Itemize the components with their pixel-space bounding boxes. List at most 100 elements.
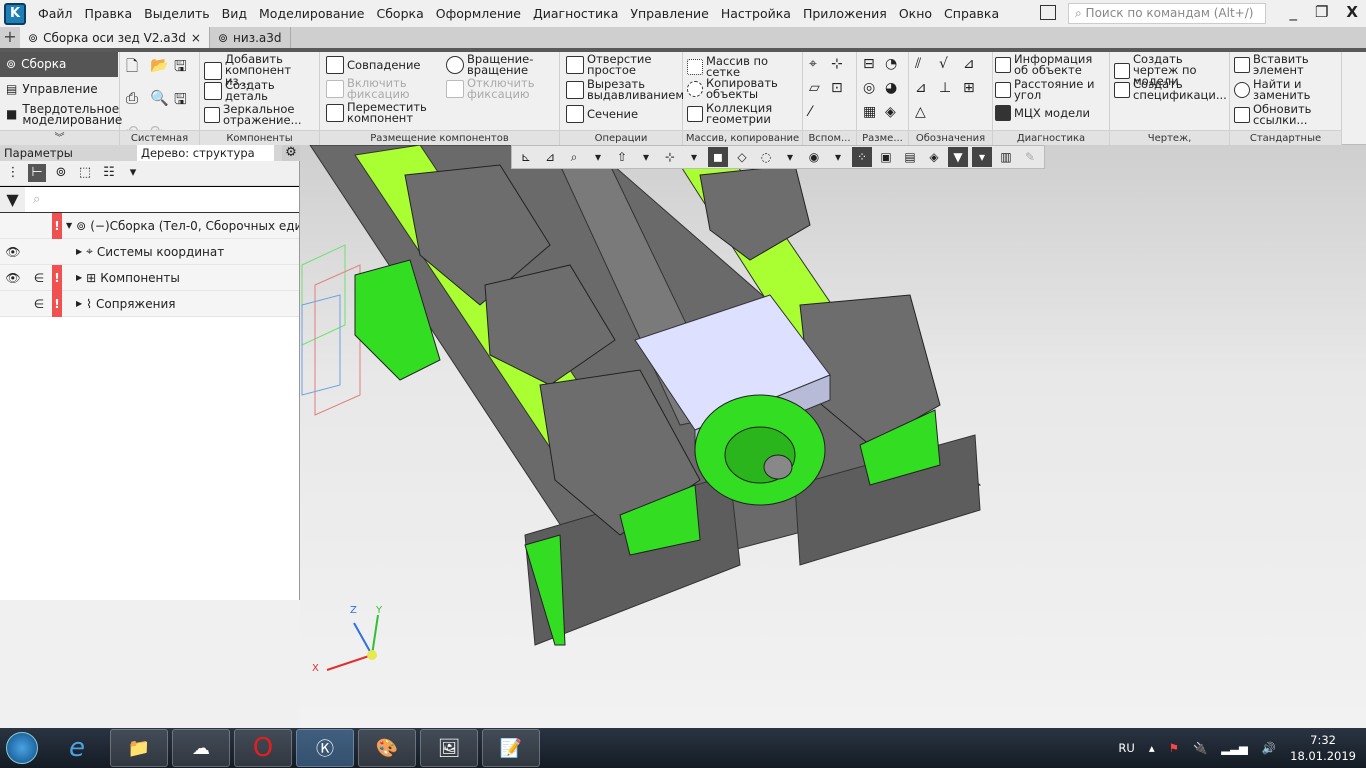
coincidence-button[interactable]: Совпадение bbox=[326, 56, 421, 74]
menu-settings[interactable]: Настройка bbox=[715, 6, 797, 21]
tab-assembly-doc[interactable]: ⊚ Сборка оси зед V2.a3d × bbox=[20, 27, 210, 48]
taskbar-paint[interactable]: 🎨 bbox=[358, 729, 416, 767]
distance-angle-button[interactable]: Расстояние и угол bbox=[995, 78, 1105, 101]
taskbar-explorer[interactable]: 📁 bbox=[110, 729, 168, 767]
save-icon[interactable]: 🖫 bbox=[174, 56, 198, 81]
mode-solid-modeling[interactable]: ■ Твердотельное моделирование bbox=[0, 102, 122, 127]
restore-button[interactable]: ❐ bbox=[1315, 3, 1328, 21]
eye-icon[interactable]: 👁 bbox=[0, 271, 26, 285]
volume-icon[interactable]: 🔊 bbox=[1262, 741, 1276, 755]
expand-modes-button[interactable]: ︾ bbox=[0, 130, 119, 145]
save-as-icon[interactable]: 🖫 bbox=[174, 89, 198, 114]
wireframe-icon[interactable]: ◇ bbox=[732, 147, 752, 167]
thread-icon[interactable]: ⫽ bbox=[915, 56, 939, 72]
taskbar-ie[interactable]: e bbox=[48, 729, 106, 767]
minimize-button[interactable]: _ bbox=[1289, 3, 1297, 21]
filter-icon[interactable]: ▼ bbox=[948, 147, 968, 167]
new-tab-button[interactable]: + bbox=[0, 27, 20, 48]
command-search-input[interactable]: ⌕ Поиск по командам (Alt+/) bbox=[1068, 3, 1266, 24]
tree-components-icon[interactable]: ⊚ bbox=[52, 164, 70, 182]
cut-extrude-button[interactable]: Вырезать выдавливанием bbox=[566, 78, 684, 101]
diameter-dim-icon[interactable]: ◕ bbox=[885, 80, 907, 96]
dropdown-icon[interactable]: ▾ bbox=[124, 164, 142, 182]
tab-close-icon[interactable]: × bbox=[191, 31, 201, 45]
linear-dim-icon[interactable]: ⊟ bbox=[863, 56, 885, 72]
taskbar-notes[interactable]: 📝 bbox=[482, 729, 540, 767]
menu-diagnostics[interactable]: Диагностика bbox=[527, 6, 624, 21]
menu-modeling[interactable]: Моделирование bbox=[253, 6, 370, 21]
leader-icon[interactable]: ⊿ bbox=[963, 56, 987, 72]
network-signal-icon[interactable]: ▂▃▅ bbox=[1221, 741, 1248, 755]
component-view-icon[interactable]: ▤ bbox=[900, 147, 920, 167]
orientation-icon[interactable]: ⊹ bbox=[660, 147, 680, 167]
menu-edit[interactable]: Правка bbox=[79, 6, 139, 21]
geometry-collection-button[interactable]: Коллекция геометрии bbox=[687, 102, 787, 125]
dropdown-icon[interactable]: ▾ bbox=[636, 147, 656, 167]
view-orient-icon[interactable]: ⊿ bbox=[540, 147, 560, 167]
tab-tree-structure[interactable]: Дерево: структура bbox=[137, 145, 274, 161]
lcs-icon[interactable]: ⊡ bbox=[831, 80, 853, 96]
axis-icon[interactable]: ⊹ bbox=[831, 56, 853, 72]
simple-hole-button[interactable]: Отверстие простое bbox=[566, 53, 676, 76]
menu-help[interactable]: Справка bbox=[938, 6, 1005, 21]
create-spec-button[interactable]: Создать спецификаци... bbox=[1114, 78, 1228, 101]
layout-icon[interactable] bbox=[1040, 5, 1056, 20]
snap-icon[interactable]: ⁘ bbox=[852, 147, 872, 167]
object-info-button[interactable]: Информация об объекте bbox=[995, 53, 1109, 76]
close-button[interactable]: X bbox=[1346, 3, 1358, 21]
pan-icon[interactable]: ⇧ bbox=[612, 147, 632, 167]
mode-manage[interactable]: ▤ Управление bbox=[0, 77, 118, 102]
menu-assembly[interactable]: Сборка bbox=[371, 6, 430, 21]
arc-dim-icon[interactable]: ◈ bbox=[885, 104, 907, 120]
expand-arrow-icon[interactable]: ▼ bbox=[66, 221, 72, 230]
radial-dim-icon[interactable]: ◔ bbox=[885, 56, 907, 72]
tree-select-icon[interactable]: ⬚ bbox=[76, 164, 94, 182]
action-center-flag-icon[interactable]: ⚑ bbox=[1169, 741, 1179, 755]
menu-design[interactable]: Оформление bbox=[430, 6, 527, 21]
base-icon[interactable]: ⊥ bbox=[939, 80, 963, 96]
taskbar-kompas[interactable]: Ⓚ bbox=[296, 729, 354, 767]
properties-icon[interactable]: ▥ bbox=[996, 147, 1016, 167]
dropdown-icon[interactable]: ▾ bbox=[780, 147, 800, 167]
print-icon[interactable]: ⎙ bbox=[126, 89, 150, 114]
language-indicator[interactable]: RU bbox=[1118, 741, 1134, 755]
tree-search-input[interactable]: ⌕ bbox=[25, 192, 40, 207]
tree-row-mates[interactable]: ∈! ▶ ⌇ Сопряжения bbox=[0, 290, 299, 317]
update-links-button[interactable]: Обновить ссылки... bbox=[1234, 103, 1334, 126]
angular-dim-icon[interactable]: ◎ bbox=[863, 80, 885, 96]
copy-objects-button[interactable]: Копировать объекты bbox=[687, 77, 787, 100]
tab-niz-doc[interactable]: ⊚ низ.a3d bbox=[210, 27, 291, 48]
eye-icon[interactable]: 👁 bbox=[0, 245, 26, 259]
offset-plane-icon[interactable]: ▱ bbox=[809, 80, 831, 96]
tolerance-icon[interactable]: ⊞ bbox=[963, 80, 987, 96]
menu-view[interactable]: Вид bbox=[216, 6, 253, 21]
auto-dim-icon[interactable]: ▦ bbox=[863, 104, 885, 120]
section-view-icon[interactable]: ▣ bbox=[876, 147, 896, 167]
zoom-icon[interactable]: ⌕ bbox=[564, 147, 584, 167]
tab-parameters[interactable]: Параметры bbox=[0, 145, 137, 161]
tree-row-components[interactable]: 👁 ∈! ▶ ⊞ Компоненты bbox=[0, 264, 299, 291]
clock[interactable]: 7:32 18.01.2019 bbox=[1290, 732, 1356, 764]
sketch-icon[interactable]: ⊾ bbox=[516, 147, 536, 167]
dropdown-icon[interactable]: ▾ bbox=[588, 147, 608, 167]
mass-properties-button[interactable]: МЦХ модели bbox=[995, 105, 1090, 121]
preview-icon[interactable]: 🔍 bbox=[150, 89, 174, 114]
menu-apps[interactable]: Приложения bbox=[797, 6, 893, 21]
line-icon[interactable]: ⁄ bbox=[809, 104, 831, 120]
roughness-icon[interactable]: √ bbox=[939, 56, 963, 72]
layer-icon[interactable]: ◈ bbox=[924, 147, 944, 167]
mark-icon[interactable]: △ bbox=[915, 104, 939, 120]
section-button[interactable]: Сечение bbox=[566, 105, 638, 123]
tree-structure-icon[interactable]: ⊢ bbox=[28, 164, 46, 182]
taskbar-opera[interactable]: O bbox=[234, 729, 292, 767]
grid-array-button[interactable]: Массив по сетке bbox=[687, 55, 802, 78]
power-icon[interactable]: 🔌 bbox=[1193, 741, 1207, 755]
expand-arrow-icon[interactable]: ▶ bbox=[76, 247, 82, 256]
menu-manage[interactable]: Управление bbox=[624, 6, 714, 21]
dropdown-icon[interactable]: ▾ bbox=[972, 147, 992, 167]
tree-row-coordinate-systems[interactable]: 👁 ▶ ⌖ Системы координат bbox=[0, 239, 299, 265]
taskbar-app[interactable]: ☁ bbox=[172, 729, 230, 767]
tree-order-icon[interactable]: ⋮ bbox=[4, 164, 22, 182]
create-part-button[interactable]: Создать деталь bbox=[204, 79, 319, 102]
show-hidden-icons[interactable]: ▴ bbox=[1149, 741, 1155, 755]
